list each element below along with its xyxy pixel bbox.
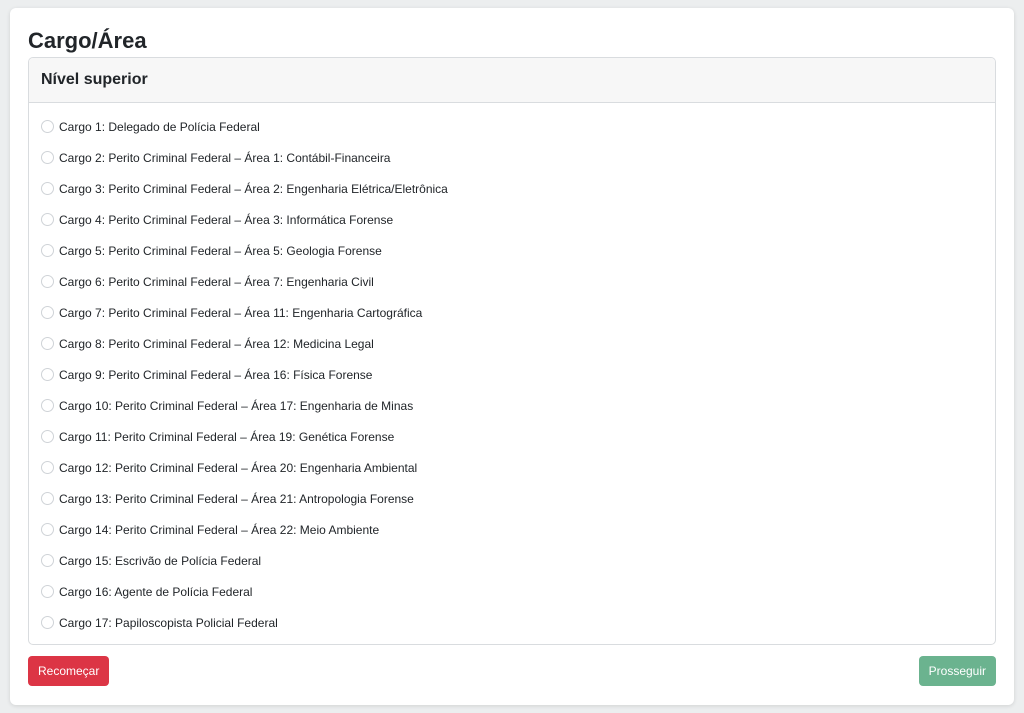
cargo-option-label: Cargo 15: Escrivão de Polícia Federal — [59, 553, 262, 568]
cargo-option[interactable]: Cargo 15: Escrivão de Polícia Federal — [41, 545, 995, 576]
radio-icon[interactable] — [41, 275, 54, 288]
cargo-option-label: Cargo 16: Agente de Polícia Federal — [59, 584, 253, 599]
radio-icon[interactable] — [41, 306, 54, 319]
cargo-option-label: Cargo 3: Perito Criminal Federal – Área … — [59, 181, 448, 196]
cargo-option[interactable]: Cargo 13: Perito Criminal Federal – Área… — [41, 483, 995, 514]
cargo-option[interactable]: Cargo 17: Papiloscopista Policial Federa… — [41, 607, 995, 638]
cargo-option[interactable]: Cargo 12: Perito Criminal Federal – Área… — [41, 452, 995, 483]
radio-icon[interactable] — [41, 461, 54, 474]
cargo-option-label: Cargo 2: Perito Criminal Federal – Área … — [59, 150, 391, 165]
cargo-option-label: Cargo 17: Papiloscopista Policial Federa… — [59, 615, 278, 630]
page-title: Cargo/Área — [28, 28, 147, 53]
cargo-option-label: Cargo 7: Perito Criminal Federal – Área … — [59, 305, 423, 320]
cargo-option[interactable]: Cargo 7: Perito Criminal Federal – Área … — [41, 297, 995, 328]
cargo-option[interactable]: Cargo 1: Delegado de Polícia Federal — [41, 111, 995, 142]
cargo-option-list: Cargo 1: Delegado de Polícia Federal Car… — [29, 103, 995, 638]
restart-button[interactable]: Recomeçar — [28, 656, 110, 686]
cargo-option-label: Cargo 10: Perito Criminal Federal – Área… — [59, 398, 414, 413]
radio-icon[interactable] — [41, 585, 54, 598]
radio-icon[interactable] — [41, 554, 54, 567]
cargo-option[interactable]: Cargo 14: Perito Criminal Federal – Área… — [41, 514, 995, 545]
cargo-option-label: Cargo 6: Perito Criminal Federal – Área … — [59, 274, 374, 289]
radio-icon[interactable] — [41, 182, 54, 195]
cargo-option[interactable]: Cargo 10: Perito Criminal Federal – Área… — [41, 390, 995, 421]
radio-icon[interactable] — [41, 120, 54, 133]
radio-icon[interactable] — [41, 492, 54, 505]
cargo-option-label: Cargo 14: Perito Criminal Federal – Área… — [59, 522, 380, 537]
cargo-option-label: Cargo 8: Perito Criminal Federal – Área … — [59, 336, 374, 351]
next-button[interactable]: Prosseguir — [918, 656, 996, 686]
cargo-option-label: Cargo 13: Perito Criminal Federal – Área… — [59, 491, 414, 506]
cargo-option[interactable]: Cargo 6: Perito Criminal Federal – Área … — [41, 266, 995, 297]
page-card: Cargo/Área Nível superior Cargo 1: Deleg… — [10, 8, 1014, 705]
radio-icon[interactable] — [41, 399, 54, 412]
cargo-option-label: Cargo 9: Perito Criminal Federal – Área … — [59, 367, 373, 382]
radio-icon[interactable] — [41, 616, 54, 629]
cargo-option-label: Cargo 12: Perito Criminal Federal – Área… — [59, 460, 418, 475]
panel-header: Nível superior — [29, 58, 995, 103]
cargo-panel: Nível superior Cargo 1: Delegado de Polí… — [28, 57, 996, 645]
cargo-option-label: Cargo 11: Perito Criminal Federal – Área… — [59, 429, 395, 444]
cargo-option[interactable]: Cargo 5: Perito Criminal Federal – Área … — [41, 235, 995, 266]
cargo-option-label: Cargo 1: Delegado de Polícia Federal — [59, 119, 260, 134]
cargo-option[interactable]: Cargo 4: Perito Criminal Federal – Área … — [41, 204, 995, 235]
radio-icon[interactable] — [41, 337, 54, 350]
cargo-option[interactable]: Cargo 9: Perito Criminal Federal – Área … — [41, 359, 995, 390]
cargo-option[interactable]: Cargo 8: Perito Criminal Federal – Área … — [41, 328, 995, 359]
radio-icon[interactable] — [41, 523, 54, 536]
cargo-option[interactable]: Cargo 16: Agente de Polícia Federal — [41, 576, 995, 607]
radio-icon[interactable] — [41, 430, 54, 443]
radio-icon[interactable] — [41, 151, 54, 164]
radio-icon[interactable] — [41, 213, 54, 226]
cargo-option[interactable]: Cargo 3: Perito Criminal Federal – Área … — [41, 173, 995, 204]
radio-icon[interactable] — [41, 244, 54, 257]
radio-icon[interactable] — [41, 368, 54, 381]
cargo-option-label: Cargo 4: Perito Criminal Federal – Área … — [59, 212, 394, 227]
cargo-option[interactable]: Cargo 11: Perito Criminal Federal – Área… — [41, 421, 995, 452]
cargo-option[interactable]: Cargo 2: Perito Criminal Federal – Área … — [41, 142, 995, 173]
cargo-option-label: Cargo 5: Perito Criminal Federal – Área … — [59, 243, 382, 258]
